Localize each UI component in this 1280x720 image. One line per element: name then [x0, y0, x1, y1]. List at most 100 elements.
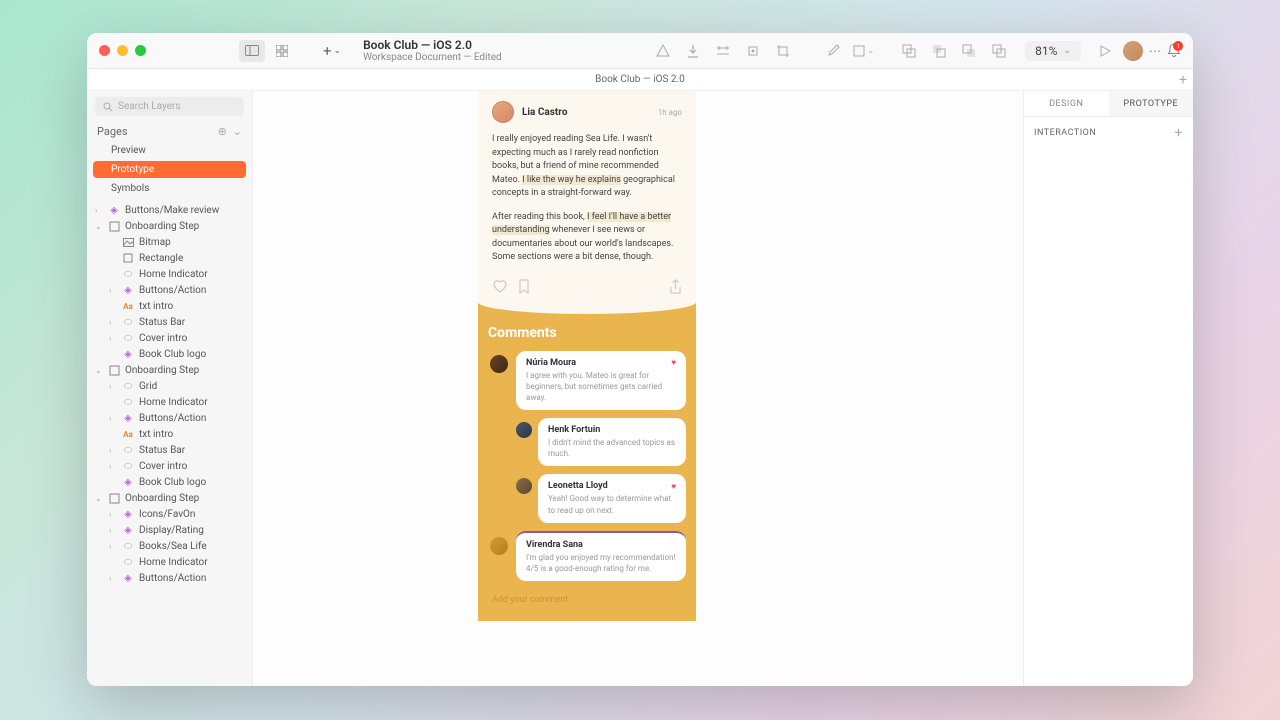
grid-view-icon[interactable] [269, 40, 295, 62]
layer-item[interactable]: ⬭Home Indicator [87, 394, 252, 410]
comment-text: I'm glad you enjoyed my recommendation! … [526, 552, 676, 574]
left-sidebar: Search Layers Pages ⊕ ⌄ Preview Prototyp… [87, 91, 253, 686]
add-comment-input[interactable]: Add your comment [488, 589, 686, 611]
like-icon[interactable]: ♥ [671, 482, 676, 491]
reviewer-avatar [492, 101, 514, 123]
commenter-name: Virendra Sana [526, 540, 583, 550]
minimize-window-button[interactable] [117, 45, 128, 56]
layer-item[interactable]: ⬭Home Indicator [87, 554, 252, 570]
search-placeholder: Search Layers [118, 101, 180, 112]
zoom-control[interactable]: 81% ⌄ [1025, 41, 1081, 61]
comment-item[interactable]: Núria Moura♥ I agree with you. Mateo is … [516, 351, 686, 411]
pages-header: Pages ⊕ ⌄ [87, 122, 252, 141]
chevron-down-icon: ⌄ [334, 46, 342, 56]
page-prototype[interactable]: Prototype [93, 161, 246, 178]
close-window-button[interactable] [99, 45, 110, 56]
page-symbols[interactable]: Symbols [93, 180, 246, 197]
comment-text: I didn't mind the advanced topics as muc… [548, 437, 676, 459]
layer-item[interactable]: Aatxt intro [87, 298, 252, 314]
tool-icon-1[interactable] [651, 39, 675, 63]
layer-item[interactable]: ⌄Onboarding Step [87, 362, 252, 378]
layer-item[interactable]: ◈Book Club logo [87, 474, 252, 490]
comment-item[interactable]: Leonetta Lloyd♥ Yeah! Good way to determ… [538, 474, 686, 522]
play-icon[interactable] [1093, 39, 1117, 63]
layer-item[interactable]: ›⬭Status Bar [87, 314, 252, 330]
interaction-section: INTERACTION + [1024, 117, 1193, 149]
layer-item[interactable]: ›◈Buttons/Action [87, 410, 252, 426]
more-icon[interactable]: ⋯ [1149, 44, 1161, 58]
layer-item[interactable]: ›◈Display/Rating [87, 522, 252, 538]
collapse-pages-icon[interactable]: ⌄ [233, 125, 242, 138]
bookmark-icon[interactable] [518, 279, 530, 295]
zoom-value: 81% [1035, 44, 1057, 58]
layer-item[interactable]: ›⬭Grid [87, 378, 252, 394]
layer-item[interactable]: ›⬭Books/Sea Life [87, 538, 252, 554]
resize-icon[interactable]: ⌄ [851, 39, 875, 63]
page-preview[interactable]: Preview [93, 142, 246, 159]
layer-item[interactable]: ⬭Home Indicator [87, 266, 252, 282]
heart-icon[interactable] [492, 279, 508, 294]
layer-item[interactable]: Bitmap [87, 234, 252, 250]
layer-item[interactable]: ›⬭Status Bar [87, 442, 252, 458]
tab-prototype[interactable]: PROTOTYPE [1109, 91, 1194, 116]
comment-item[interactable]: Henk Fortuin♡ I didn't mind the advanced… [538, 418, 686, 466]
comments-title: Comments [488, 325, 686, 341]
difference-icon[interactable] [987, 39, 1011, 63]
right-panel: DESIGN PROTOTYPE INTERACTION + [1023, 91, 1193, 686]
component-icon: ◈ [122, 508, 134, 520]
add-page-icon[interactable]: ⊕ [218, 125, 227, 138]
text-icon: Aa [122, 428, 134, 440]
tool-icon-3[interactable] [711, 39, 735, 63]
review-card: Lia Castro 1h ago I really enjoyed readi… [478, 91, 696, 303]
app-window: + ⌄ Book Club — iOS 2.0 Workspace Docume… [87, 33, 1193, 686]
comment-text: Yeah! Good way to determine what to read… [548, 493, 676, 515]
intersect-icon[interactable] [957, 39, 981, 63]
rectangle-icon [122, 252, 134, 264]
canvas[interactable]: Lia Castro 1h ago I really enjoyed readi… [253, 91, 1023, 686]
layer-item[interactable]: ›◈Buttons/Action [87, 282, 252, 298]
user-avatar[interactable] [1123, 41, 1143, 61]
insert-button[interactable]: + ⌄ [323, 42, 341, 60]
artboard-icon [108, 492, 120, 504]
notification-bell-icon[interactable]: 1 [1167, 43, 1181, 58]
layer-item[interactable]: ›⬭Cover intro [87, 330, 252, 346]
artboard-mockup[interactable]: Lia Castro 1h ago I really enjoyed readi… [478, 91, 696, 621]
frame-icon[interactable] [741, 39, 765, 63]
layer-item[interactable]: Rectangle [87, 250, 252, 266]
crop-icon[interactable] [771, 39, 795, 63]
search-layers-input[interactable]: Search Layers [95, 97, 244, 116]
commenter-avatar [514, 420, 534, 440]
tab-label[interactable]: Book Club — iOS 2.0 [595, 74, 685, 85]
reviewer-name: Lia Castro [522, 107, 567, 118]
layer-item[interactable]: ⌄Onboarding Step [87, 490, 252, 506]
add-tab-button[interactable]: + [1179, 72, 1187, 88]
group-icon: ⬭ [122, 268, 134, 280]
sidebar-toggle-icon[interactable] [239, 40, 265, 62]
layer-item[interactable]: ›⬭Cover intro [87, 458, 252, 474]
component-icon: ◈ [122, 412, 134, 424]
edit-icon[interactable] [821, 39, 845, 63]
like-icon[interactable]: ♡ [669, 540, 676, 549]
component-icon: ◈ [122, 524, 134, 536]
comment-item[interactable]: Virendra Sana ♡ I'm glad you enjoyed my r… [516, 531, 686, 581]
layers-panel: ›◈Buttons/Make review ⌄Onboarding Step B… [87, 198, 252, 686]
layer-item[interactable]: ◈Book Club logo [87, 346, 252, 362]
layer-item[interactable]: ›◈Buttons/Action [87, 570, 252, 586]
layer-item[interactable]: ›◈Buttons/Make review [87, 202, 252, 218]
download-icon[interactable] [681, 39, 705, 63]
share-icon[interactable] [669, 279, 682, 295]
like-icon[interactable]: ♡ [669, 426, 676, 435]
add-interaction-button[interactable]: + [1175, 125, 1183, 141]
tab-design[interactable]: DESIGN [1024, 91, 1109, 116]
like-icon[interactable]: ♥ [671, 358, 676, 367]
layer-item[interactable]: ›◈Icons/FavOn [87, 506, 252, 522]
document-title: Book Club — iOS 2.0 Workspace Document —… [363, 38, 502, 63]
layer-item[interactable]: Aatxt intro [87, 426, 252, 442]
group-icon: ⬭ [122, 460, 134, 472]
group-icon: ⬭ [122, 444, 134, 456]
layer-item[interactable]: ⌄Onboarding Step [87, 218, 252, 234]
group-icon: ⬭ [122, 316, 134, 328]
fullscreen-window-button[interactable] [135, 45, 146, 56]
union-icon[interactable] [897, 39, 921, 63]
subtract-icon[interactable] [927, 39, 951, 63]
